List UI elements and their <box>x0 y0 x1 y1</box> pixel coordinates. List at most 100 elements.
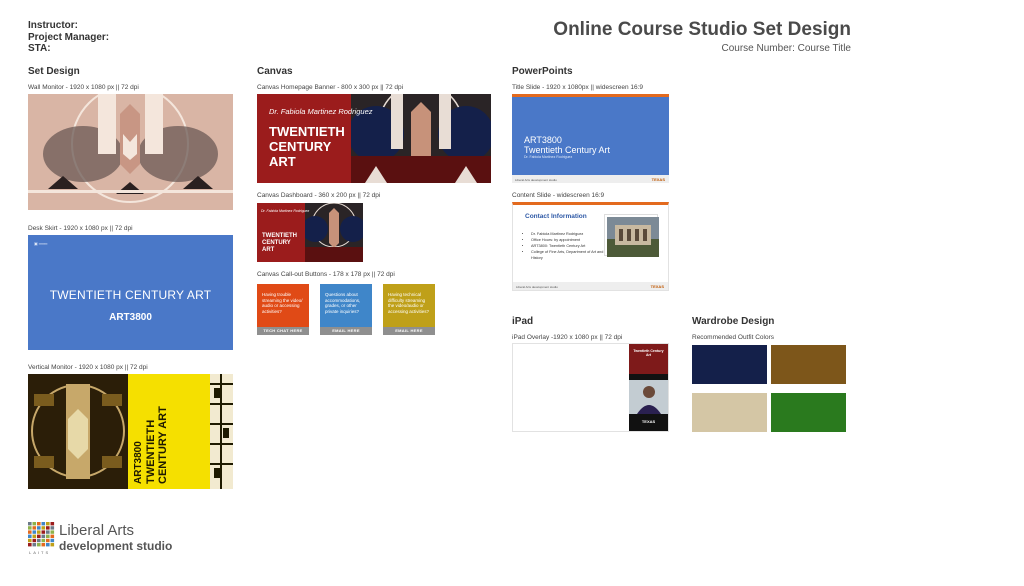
logo-grid-cell <box>32 543 37 547</box>
logo-grid-cell <box>41 534 46 538</box>
canvas-dashboard-preview: Dr. Fabiola Martinez Rodriguez TWENTIETH… <box>257 203 363 262</box>
logo-grid-cell <box>46 530 50 534</box>
logo-grid-cell <box>28 534 32 538</box>
logo-grid-cell <box>28 522 32 526</box>
banner-line-3: ART <box>269 154 296 169</box>
logo-line-1: Liberal Arts <box>59 522 135 539</box>
logo-grid-cell <box>50 534 55 538</box>
logo-grid-cell <box>50 530 55 534</box>
vertical-course: ART3800 <box>133 441 144 484</box>
wall-monitor-preview <box>28 94 233 210</box>
wardrobe-heading: Wardrobe Design <box>692 316 775 327</box>
banner-instructor-name: Dr. Fabiola Martinez Rodriguez <box>269 107 373 116</box>
desk-skirt-preview: ▣ ═══ TWENTIETH CENTURY ART ART3800 <box>28 235 233 350</box>
callout-label: TECH CHAT HERE <box>257 327 309 335</box>
callout-text: Questions about accommodations, grades, … <box>325 292 361 314</box>
laits-grid-icon <box>28 522 55 547</box>
slide-footer-logo: Liberal Arts development studio <box>515 178 557 182</box>
canvas-banner-caption: Canvas Homepage Banner - 800 x 300 px ||… <box>257 84 404 91</box>
slide-footer-logo: Liberal Arts development studio <box>516 285 558 289</box>
desk-skirt-course: ART3800 <box>109 312 152 323</box>
logo-grid-cell <box>28 543 32 547</box>
texas-logo: TEXAS <box>651 177 665 182</box>
banner-course-title: TWENTIETH CENTURY ART <box>269 124 345 169</box>
logo-grid-cell <box>46 538 50 543</box>
logo-grid-cell <box>41 530 46 534</box>
art-deco-pattern-icon <box>305 203 363 262</box>
logo-grid-cell <box>32 538 37 543</box>
logo-grid-cell <box>46 543 50 547</box>
title-slide-heading: ART3800 Twentieth Century Art <box>524 135 610 155</box>
dashboard-line-3: ART <box>262 247 275 253</box>
logo-grid-cell <box>46 522 50 526</box>
presenter-icon <box>629 380 668 414</box>
callout-label: EMAIL HERE <box>320 327 372 335</box>
dashboard-line-1: TWENTIETH <box>262 233 297 239</box>
vertical-monitor-text: ART3800 TWENTIETH CENTURY ART <box>133 406 169 484</box>
desk-skirt-title: TWENTIETH CENTURY ART <box>49 288 212 302</box>
logo-grid-cell <box>46 534 50 538</box>
ipad-caption: iPad Overlay -1920 x 1080 px || 72 dpi <box>512 334 623 341</box>
logo-line-2: development studio <box>59 539 173 553</box>
logo-grid-cell <box>37 522 41 526</box>
callout-label: EMAIL HERE <box>383 327 435 335</box>
dashboard-line-2: CENTURY <box>262 240 291 246</box>
logo-acronym: LAITS <box>29 550 51 555</box>
presenter-video <box>629 380 668 414</box>
wardrobe-caption: Recommended Outfit Colors <box>692 334 775 341</box>
ipad-heading: iPad <box>512 316 534 327</box>
title-slide-course: ART3800 <box>524 135 562 145</box>
logo-grid-cell <box>32 534 37 538</box>
logo-grid-cell <box>50 522 55 526</box>
title-slide-name: Twentieth Century Art <box>524 145 611 155</box>
logo-grid-cell <box>41 522 46 526</box>
logo-grid-cell <box>37 543 41 547</box>
title-slide-instructor: Dr. Fabiola Martinez Rodriguez <box>524 155 573 159</box>
canvas-banner-preview: Dr. Fabiola Martinez Rodriguez TWENTIETH… <box>257 94 491 183</box>
logo-grid-cell <box>41 543 46 547</box>
ipad-sidebar-title: Twentieth Century Art <box>633 349 664 357</box>
email-callout-button[interactable]: Questions about accommodations, grades, … <box>320 284 372 335</box>
geometric-border-icon <box>210 374 233 489</box>
title-slide-preview: ART3800 Twentieth Century Art Dr. Fabiol… <box>512 94 669 183</box>
project-meta: Instructor: Project Manager: STA: <box>28 20 109 55</box>
callout-text: Having technical difficulty streaming th… <box>388 292 430 314</box>
canvas-dashboard-caption: Canvas Dashboard - 360 x 200 px || 72 dp… <box>257 192 381 199</box>
outfit-color-navy <box>692 345 767 384</box>
sta-label: STA: <box>28 43 51 54</box>
ipad-overlay-preview: Twentieth Century Art TEXAS <box>512 343 669 432</box>
vertical-title-2: CENTURY ART <box>157 406 169 484</box>
logo-grid-cell <box>28 530 32 534</box>
content-slide-preview: Contact Information Dr. Fabiola Martinez… <box>512 202 669 291</box>
content-slide-caption: Content Slide - widescreen 16:9 <box>512 192 605 199</box>
logo-grid-cell <box>32 522 37 526</box>
instructor-label: Instructor: <box>28 20 78 31</box>
content-slide-list: Dr. Fabiola Martinez Rodriguez Office Ho… <box>527 231 615 261</box>
title-slide-caption: Title Slide - 1920 x 1080px || widescree… <box>512 84 644 91</box>
logo-grid-cell <box>32 526 37 530</box>
logo-grid-cell <box>28 538 32 543</box>
logo-grid-cell <box>37 538 41 543</box>
art-deco-pattern-icon <box>28 94 233 203</box>
callout-buttons-caption: Canvas Call-out Buttons - 178 x 178 px |… <box>257 271 395 278</box>
vertical-monitor-preview: ART3800 TWENTIETH CENTURY ART <box>28 374 233 489</box>
dashboard-course-title: TWENTIETH CENTURY ART <box>262 233 297 254</box>
page-subtitle: Course Number: Course Title <box>721 43 852 54</box>
tech-email-callout-button[interactable]: Having technical difficulty streaming th… <box>383 284 435 335</box>
logo-grid-cell <box>32 530 37 534</box>
vertical-title-1: TWENTIETH <box>145 419 157 484</box>
desk-skirt-caption: Desk Skirt - 1920 x 1080 px || 72 dpi <box>28 225 133 232</box>
ipad-texas-logo: TEXAS <box>641 419 656 424</box>
outfit-color-green <box>771 393 846 432</box>
powerpoints-heading: PowerPoints <box>512 66 573 77</box>
canvas-heading: Canvas <box>257 66 293 77</box>
dashboard-instructor-name: Dr. Fabiola Martinez Rodriguez <box>261 209 310 213</box>
logo-grid-cell <box>41 538 46 543</box>
vertical-monitor-caption: Vertical Monitor - 1920 x 1080 px || 72 … <box>28 364 148 371</box>
logo-grid-cell <box>50 538 55 543</box>
art-deco-pattern-icon <box>31 384 125 479</box>
set-design-heading: Set Design <box>28 66 80 77</box>
page-title: Online Course Studio Set Design <box>553 19 851 40</box>
project-manager-label: Project Manager: <box>28 31 110 43</box>
tech-chat-callout-button[interactable]: Having trouble streaming the video/ audi… <box>257 284 309 335</box>
